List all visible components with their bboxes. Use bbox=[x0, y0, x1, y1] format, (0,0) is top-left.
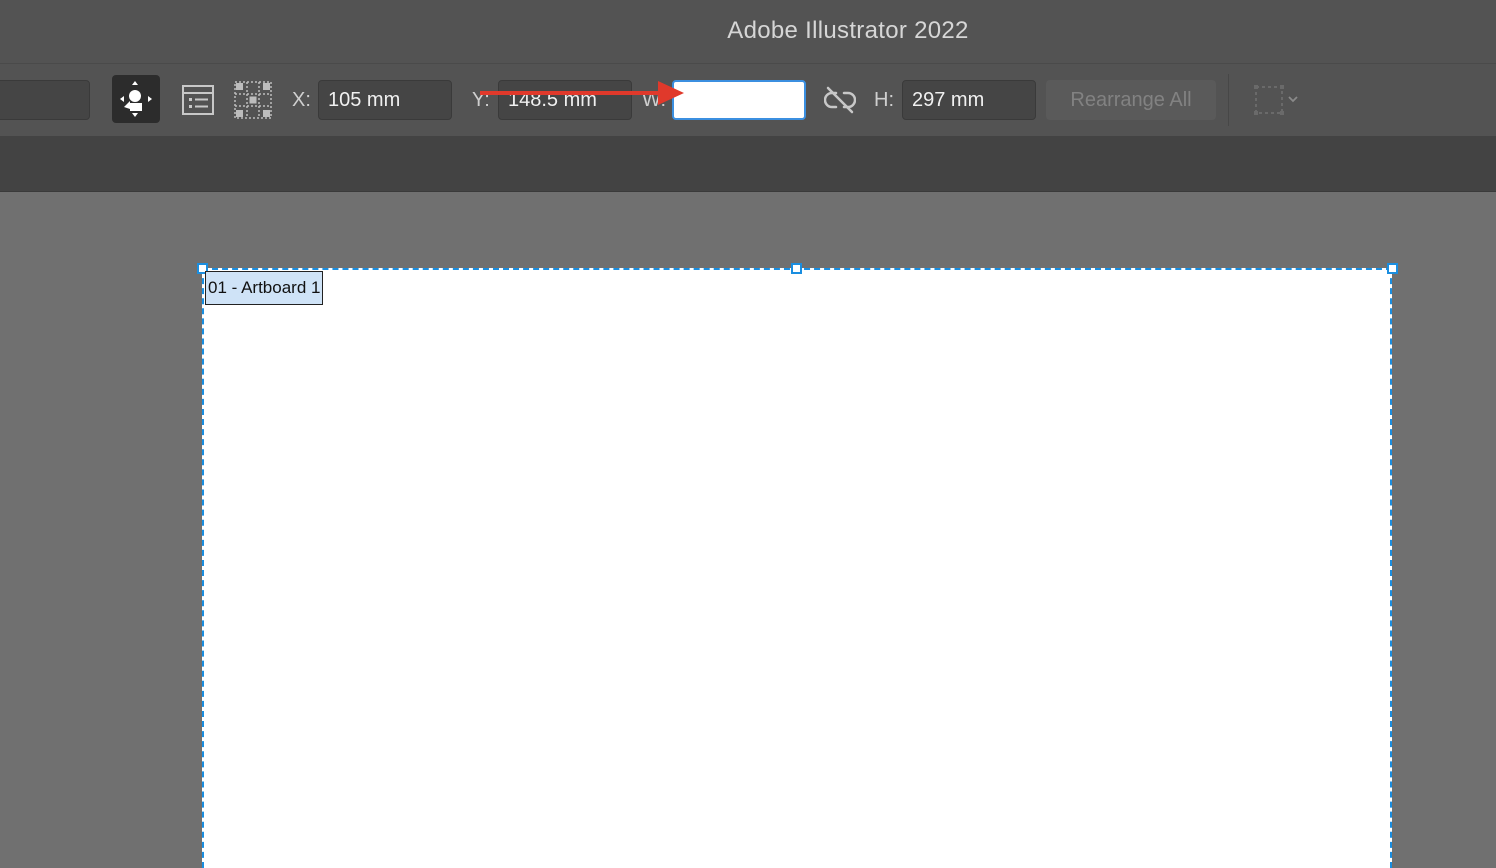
artboard-name-field[interactable] bbox=[0, 80, 90, 120]
reference-point-button[interactable] bbox=[232, 79, 274, 121]
control-bar: X: 105 mm Y: 148.5 mm W: H: 297 mm Rearr… bbox=[0, 63, 1496, 137]
reference-point-icon bbox=[234, 81, 272, 119]
resize-handle-top-right[interactable] bbox=[1387, 263, 1398, 274]
title-bar: Adobe Illustrator 2022 bbox=[0, 0, 1496, 63]
resize-handle-top-center[interactable] bbox=[791, 263, 802, 274]
align-artboard-icon bbox=[1254, 85, 1298, 115]
artboard[interactable] bbox=[202, 268, 1392, 868]
move-artboard-button[interactable] bbox=[112, 75, 160, 123]
rearrange-all-button[interactable]: Rearrange All bbox=[1046, 80, 1216, 120]
move-artboard-icon bbox=[120, 81, 152, 117]
artboard-options-button[interactable] bbox=[178, 80, 218, 120]
constrain-proportions-button[interactable] bbox=[822, 82, 858, 118]
toolbar-divider bbox=[1228, 74, 1229, 126]
x-label: X: bbox=[292, 89, 311, 111]
x-input[interactable]: 105 mm bbox=[318, 80, 452, 120]
h-label: H: bbox=[874, 89, 894, 111]
document-tab-bar bbox=[0, 136, 1496, 192]
artboard-options-icon bbox=[182, 85, 214, 115]
align-artboard-dropdown[interactable] bbox=[1250, 80, 1304, 120]
h-input[interactable]: 297 mm bbox=[902, 80, 1036, 120]
artboard-name-label[interactable]: 01 - Artboard 1 bbox=[205, 271, 324, 305]
window-title: Adobe Illustrator 2022 bbox=[727, 17, 969, 44]
unlink-proportions-icon bbox=[824, 86, 856, 114]
annotation-arrow bbox=[480, 81, 684, 105]
